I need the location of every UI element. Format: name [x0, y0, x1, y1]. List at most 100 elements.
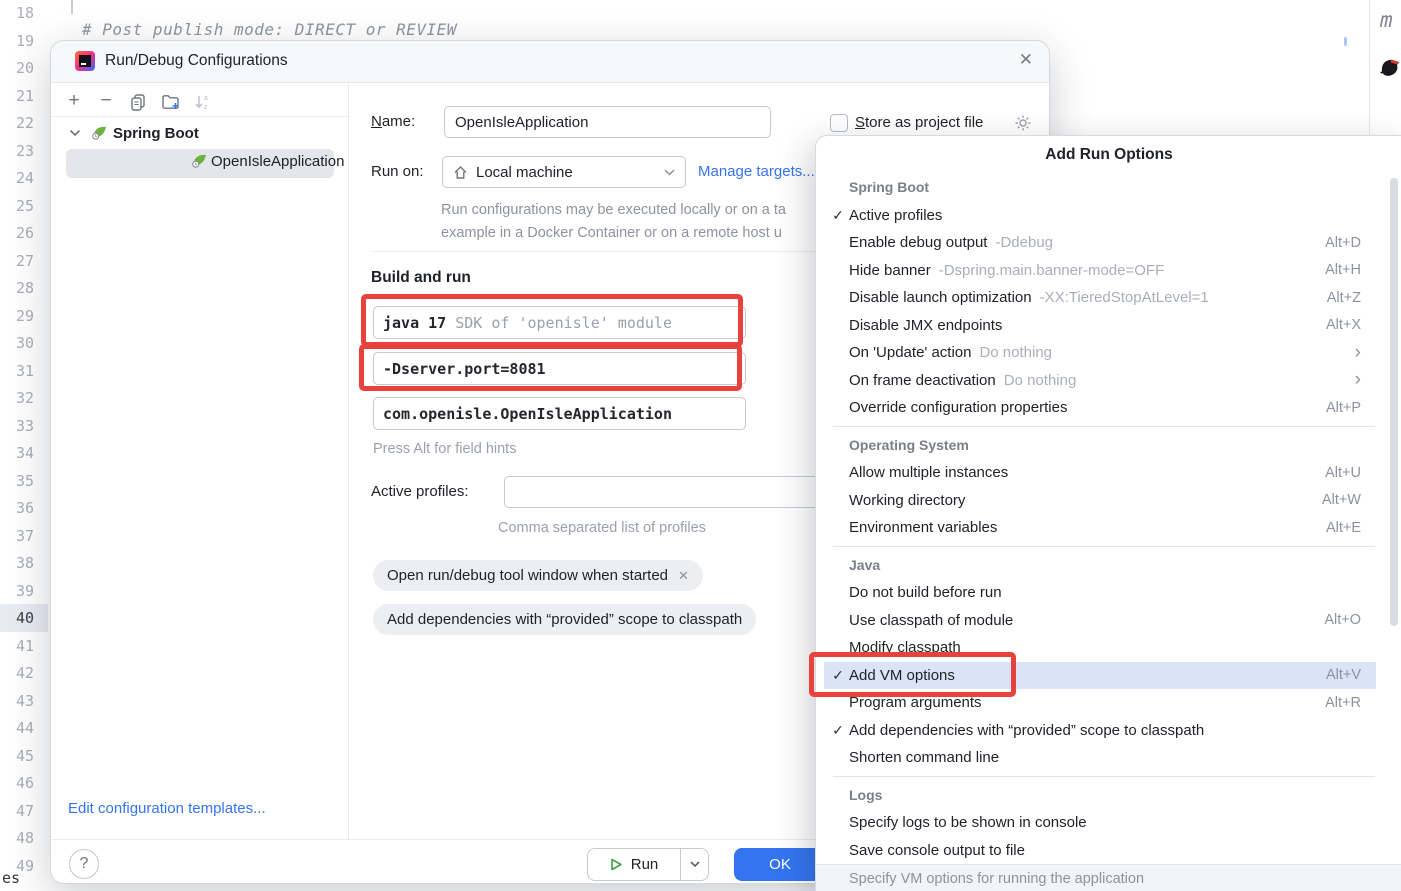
menu-item-label: Active profiles — [849, 207, 942, 224]
run-on-description-line2: example in a Docker Container or on a re… — [441, 225, 782, 241]
screen: 1819202122232425262728293031323334353637… — [0, 0, 1401, 891]
line-number: 46 — [0, 770, 34, 798]
menu-item-enable-debug-output[interactable]: Enable debug output-DdebugAlt+D — [824, 229, 1376, 257]
run-button[interactable]: Run — [587, 848, 709, 881]
menu-item-hide-banner[interactable]: Hide banner-Dspring.main.banner-mode=OFF… — [824, 257, 1376, 285]
menu-item-label: Override configuration properties — [849, 399, 1067, 416]
menu-item-save-console-output-to-file[interactable]: Save console output to file — [824, 837, 1376, 865]
manage-targets-link[interactable]: Manage targets... — [698, 163, 815, 180]
menu-item-disable-launch-optimization[interactable]: Disable launch optimization-XX:TieredSto… — [824, 284, 1376, 312]
menu-section-spring-boot: Spring Boot — [824, 174, 1401, 202]
name-label: Name: — [371, 113, 415, 130]
line-number: 44 — [0, 715, 34, 743]
line-number: 20 — [0, 55, 34, 83]
menu-item-disable-jmx-endpoints[interactable]: Disable JMX endpointsAlt+X — [824, 312, 1376, 340]
line-number: 27 — [0, 248, 34, 276]
check-icon: ✓ — [827, 722, 849, 739]
menu-title: Add Run Options — [816, 146, 1401, 164]
menu-item-use-classpath-of-module[interactable]: Use classpath of moduleAlt+O — [824, 607, 1376, 635]
tag-label: Open run/debug tool window when started — [387, 567, 668, 584]
menu-separator — [833, 422, 1375, 432]
annotation-box-add-vm-options — [809, 652, 1016, 697]
remove-configuration-button[interactable]: − — [95, 90, 117, 112]
menu-item-environment-variables[interactable]: Environment variablesAlt+E — [824, 514, 1376, 542]
remove-tag-icon[interactable]: ✕ — [678, 568, 689, 584]
tree-group-spring-boot[interactable]: Spring Boot — [113, 125, 199, 142]
ok-button[interactable]: OK — [734, 848, 826, 881]
name-input[interactable]: OpenIsleApplication — [444, 106, 771, 138]
line-number: 39 — [0, 578, 34, 606]
svg-text:a: a — [204, 95, 208, 102]
tree-item-openisleapplication[interactable]: OpenIsleApplication — [211, 153, 344, 170]
menu-item-specify-logs-to-be-shown-in-console[interactable]: Specify logs to be shown in console — [824, 809, 1376, 837]
store-as-project-file-checkbox[interactable] — [830, 114, 848, 132]
menu-item-allow-multiple-instances[interactable]: Allow multiple instancesAlt+U — [824, 459, 1376, 487]
menu-item-shortcut: Alt+O — [1324, 612, 1361, 628]
menu-item-on-frame-deactivation[interactable]: On frame deactivation Do nothing › — [824, 367, 1376, 395]
line-number: 26 — [0, 220, 34, 248]
spring-boot-icon — [91, 124, 108, 141]
intellij-logo-icon — [75, 51, 95, 71]
line-number: 30 — [0, 330, 34, 358]
edit-configuration-templates-link[interactable]: Edit configuration templates... — [68, 800, 266, 817]
menu-item-label: Do not build before run — [849, 584, 1002, 601]
line-number: 47 — [0, 798, 34, 826]
run-options-chevron-icon[interactable] — [681, 861, 708, 868]
menu-section-logs: Logs — [824, 782, 1401, 810]
play-icon — [610, 858, 623, 871]
menu-item-add-dependencies-with-provided-scope-to-classpath[interactable]: ✓Add dependencies with “provided” scope … — [824, 717, 1376, 745]
add-provided-dependencies-tag[interactable]: Add dependencies with “provided” scope t… — [373, 604, 756, 635]
menu-item-on-update-action[interactable]: On 'Update' actionDo nothing› — [824, 339, 1376, 367]
menu-item-hint: Do nothing — [979, 344, 1052, 361]
menu-item-shorten-command-line[interactable]: Shorten command line — [824, 744, 1376, 772]
gear-icon[interactable] — [1013, 113, 1033, 133]
line-number: 43 — [0, 688, 34, 716]
submenu-arrow-icon: › — [1355, 346, 1361, 360]
chevron-down-icon[interactable] — [69, 129, 81, 137]
menu-item-hint: -Dspring.main.banner-mode=OFF — [939, 262, 1165, 279]
run-on-select[interactable]: Local machine — [442, 156, 686, 188]
main-class-field[interactable]: com.openisle.OpenIsleApplication — [373, 397, 746, 430]
menu-item-label: Save console output to file — [849, 842, 1025, 859]
menu-item-shortcut: Alt+V — [1326, 667, 1361, 683]
menu-item-working-directory[interactable]: Working directoryAlt+W — [824, 487, 1376, 515]
svg-text:z: z — [204, 104, 208, 111]
new-folder-icon[interactable] — [161, 93, 183, 115]
menu-item-do-not-build-before-run[interactable]: Do not build before run — [824, 579, 1376, 607]
menu-section-operating-system: Operating System — [824, 432, 1401, 460]
menu-item-hint: -Ddebug — [995, 234, 1053, 251]
menu-item-shortcut: Alt+E — [1326, 520, 1361, 536]
menu-item-label: Disable launch optimization — [849, 289, 1032, 306]
line-number: 31 — [0, 358, 34, 386]
open-run-tool-window-tag[interactable]: Open run/debug tool window when started … — [373, 560, 703, 591]
add-configuration-button[interactable]: + — [63, 90, 85, 112]
check-icon: ✓ — [827, 207, 849, 224]
menu-item-active-profiles[interactable]: ✓Active profiles — [824, 202, 1376, 230]
run-on-description-line1: Run configurations may be executed local… — [441, 202, 786, 218]
store-as-project-file-label: Store as project file — [855, 114, 983, 131]
help-button[interactable]: ? — [69, 849, 99, 879]
close-icon[interactable]: ✕ — [1019, 50, 1033, 70]
sort-alphabetically-icon[interactable]: a z — [193, 93, 215, 115]
menu-item-shortcut: Alt+Z — [1327, 290, 1361, 306]
menu-item-label: Shorten command line — [849, 749, 999, 766]
menu-scrollbar-thumb[interactable] — [1390, 178, 1398, 626]
panel-separator — [348, 83, 349, 839]
submenu-arrow-icon: › — [1355, 373, 1361, 387]
menu-item-label: Disable JMX endpoints — [849, 317, 1002, 334]
line-number: 42 — [0, 660, 34, 688]
line-number: 19 — [0, 28, 34, 56]
line-number: 28 — [0, 275, 34, 303]
line-number: 29 — [0, 303, 34, 331]
editor-gutter: 1819202122232425262728293031323334353637… — [0, 0, 34, 880]
menu-item-shortcut: Alt+U — [1325, 465, 1361, 481]
editor-comment-line: # Post publish mode: DIRECT or REVIEW — [82, 20, 457, 39]
alt-field-hints-text: Press Alt for field hints — [373, 441, 516, 457]
copy-configuration-icon[interactable] — [129, 93, 151, 115]
line-number: 24 — [0, 165, 34, 193]
menu-item-label: On frame deactivation — [849, 372, 996, 389]
menu-item-override-configuration-properties[interactable]: Override configuration propertiesAlt+P — [824, 394, 1376, 422]
menu-item-shortcut: Alt+W — [1322, 492, 1361, 508]
menu-item-shortcut: Alt+D — [1325, 235, 1361, 251]
menu-item-hint: Do nothing — [1004, 372, 1077, 389]
